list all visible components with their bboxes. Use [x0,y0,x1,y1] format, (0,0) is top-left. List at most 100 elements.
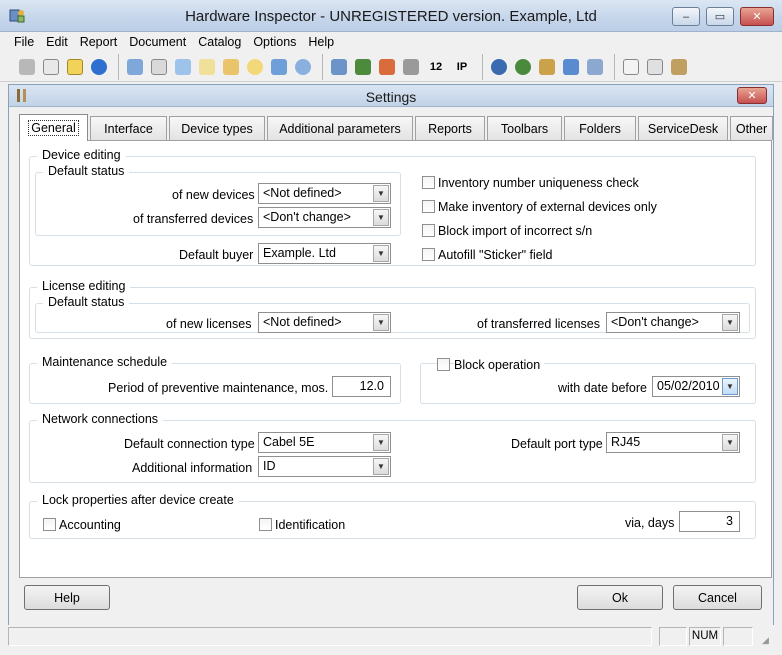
toolbar-service-button[interactable] [560,56,582,78]
tab-general[interactable]: General [19,114,88,141]
toolbar-help-button[interactable] [64,56,86,78]
toolbar-report-button[interactable] [620,56,642,78]
status-num: NUM [689,627,721,646]
chevron-down-icon: ▼ [373,185,389,202]
toolbar-user-button[interactable] [488,56,510,78]
toolbar-group-catalog [118,53,319,80]
toolbar-document-button[interactable] [40,56,62,78]
maximize-button[interactable]: ▭ [706,7,734,26]
minimize-button[interactable]: – [672,7,700,26]
toolbar-repair-button[interactable] [536,56,558,78]
block-operation-label: Block operation [454,358,545,372]
close-button[interactable]: ✕ [740,7,774,26]
toolbar-settings-button[interactable] [668,56,690,78]
via-days-input[interactable]: 3 [679,511,740,532]
question-icon [67,58,83,75]
port-type-select[interactable]: RJ45 ▼ [606,432,740,453]
toolbar-mail-button[interactable] [268,56,290,78]
tab-additional-parameters[interactable]: Additional parameters [267,116,413,140]
new-devices-select[interactable]: <Not defined> ▼ [258,183,391,204]
status-cell-scroll [723,627,753,646]
network-icon [127,58,143,75]
tools-icon [19,58,35,75]
toolbar-users-button[interactable] [292,56,314,78]
transferred-devices-select[interactable]: <Don't change> ▼ [258,207,391,228]
toolbar-memory-button[interactable] [352,56,374,78]
maintenance-icon [587,58,603,75]
additional-info-select[interactable]: ID ▼ [258,456,391,477]
block-operation-checkbox[interactable] [437,358,450,371]
block-date-picker[interactable]: 05/02/2010 ▼ [652,376,740,397]
transferred-licenses-select[interactable]: <Don't change> ▼ [606,312,740,333]
toolbar-search-button[interactable] [244,56,266,78]
menu-options[interactable]: Options [247,35,302,49]
toolbar-search-doc-button[interactable] [196,56,218,78]
connection-type-label: Default connection type [124,437,255,451]
toolbar-search-settings-button[interactable] [220,56,242,78]
port-type-value: RJ45 [611,435,641,449]
menu-file[interactable]: File [8,35,40,49]
tab-reports[interactable]: Reports [415,116,485,140]
license-default-status-legend: Default status [43,295,130,309]
mail-icon [271,58,287,75]
ok-button[interactable]: Ok [577,585,663,610]
toolbar-group-reports [614,53,695,80]
toolbar-user-money-button[interactable] [512,56,534,78]
cancel-button[interactable]: Cancel [673,585,762,610]
search-document-icon [199,58,215,75]
menu-help[interactable]: Help [302,35,340,49]
new-licenses-select[interactable]: <Not defined> ▼ [258,312,391,333]
toolbar-computers-button[interactable] [328,56,350,78]
chevron-down-icon: ▼ [373,209,389,226]
identification-checkbox[interactable] [259,518,272,531]
toolbar-chart-button[interactable] [376,56,398,78]
resize-grip-icon[interactable]: ◢ [762,635,772,645]
settings-close-button[interactable]: ✕ [737,87,767,104]
inventory-uniqueness-checkbox[interactable] [422,176,435,189]
toolbar-maintenance-button[interactable] [584,56,606,78]
tab-toolbars[interactable]: Toolbars [487,116,562,140]
toolbar-printer-button[interactable] [400,56,422,78]
autofill-sticker-checkbox[interactable] [422,248,435,261]
external-devices-checkbox[interactable] [422,200,435,213]
menu-document[interactable]: Document [123,35,192,49]
maintenance-period-input[interactable]: 12.0 [332,376,391,397]
general-tab-panel: Device editing Default status of new dev… [19,140,772,578]
toolbar-network-button[interactable] [124,56,146,78]
toolbar-number-button[interactable]: 12 [424,56,448,78]
default-buyer-value: Example. Ltd [263,246,336,260]
toolbar-info-button[interactable] [88,56,110,78]
memory-chip-icon [355,58,371,75]
tab-device-types[interactable]: Device types [169,116,265,140]
accounting-checkbox[interactable] [43,518,56,531]
window-titlebar[interactable]: Hardware Inspector - UNREGISTERED versio… [0,0,782,32]
tab-other[interactable]: Other [730,116,773,140]
bar-chart-icon [379,58,395,75]
search-icon [247,58,263,75]
connection-type-select[interactable]: Cabel 5E ▼ [258,432,391,453]
tab-interface[interactable]: Interface [90,116,167,140]
toolbar-export-button[interactable] [644,56,666,78]
toolbar-find-button[interactable] [172,56,194,78]
tab-folders[interactable]: Folders [564,116,636,140]
document-icon [43,58,59,75]
menu-report[interactable]: Report [74,35,124,49]
menu-catalog[interactable]: Catalog [192,35,247,49]
settings-titlebar[interactable]: Settings ✕ [9,85,773,107]
chevron-down-icon: ▼ [373,434,389,451]
calendar-dropdown-icon: ▼ [722,378,738,395]
block-date-label: with date before [558,381,647,395]
menu-edit[interactable]: Edit [40,35,74,49]
default-buyer-select[interactable]: Example. Ltd ▼ [258,243,391,264]
repair-icon [539,58,555,75]
tab-servicedesk[interactable]: ServiceDesk [638,116,728,140]
toolbar-list-button[interactable] [148,56,170,78]
block-import-checkbox[interactable] [422,224,435,237]
block-import-label: Block import of incorrect s/n [438,224,593,238]
help-button[interactable]: Help [24,585,110,610]
transferred-licenses-label: of transferred licenses [477,317,600,331]
toolbar-ip-button[interactable]: IP [450,56,474,78]
toolbar-tools-button[interactable] [16,56,38,78]
chevron-down-icon: ▼ [722,314,738,331]
maintenance-schedule-legend: Maintenance schedule [37,355,173,369]
